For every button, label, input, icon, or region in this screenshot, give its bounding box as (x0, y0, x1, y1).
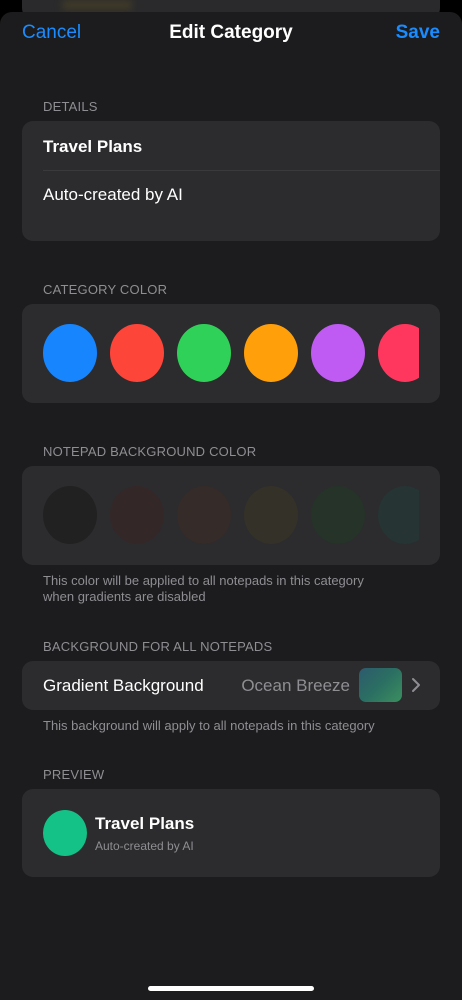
category-color-card (22, 304, 440, 403)
category-color-swatch[interactable] (110, 324, 164, 382)
notepad-bg-color-swatch[interactable] (177, 486, 231, 544)
notepad-bg-color-swatches (43, 486, 419, 544)
gradient-thumbnail (359, 668, 402, 702)
navigation-bar: Cancel Edit Category Save (0, 22, 462, 48)
notepad-bg-color-swatch[interactable] (110, 486, 164, 544)
gradient-background-value: Ocean Breeze (241, 676, 350, 695)
preview-description: Auto-created by AI (95, 839, 194, 853)
preview-avatar (43, 810, 87, 856)
gradient-background-row[interactable]: Gradient Background Ocean Breeze (22, 661, 440, 710)
footnote-line: This color will be applied to all notepa… (43, 573, 364, 588)
preview-card: Travel Plans Auto-created by AI (22, 789, 440, 877)
all-notepads-bg-footnote: This background will apply to all notepa… (43, 718, 375, 733)
category-color-swatch[interactable] (244, 324, 298, 382)
gradient-background-label: Gradient Background (43, 676, 204, 695)
notepad-bg-color-card (22, 466, 440, 565)
preview-section-label: PREVIEW (43, 767, 105, 782)
chevron-right-icon (412, 678, 420, 692)
category-color-section-label: CATEGORY COLOR (43, 282, 168, 297)
category-color-swatch[interactable] (311, 324, 365, 382)
category-description-field[interactable]: Auto-created by AI (43, 185, 183, 205)
footnote-line: when gradients are disabled (43, 589, 206, 604)
preview-name: Travel Plans (95, 814, 195, 833)
save-button[interactable]: Save (396, 22, 440, 44)
notepad-bg-footnote: This color will be applied to all notepa… (43, 573, 364, 605)
all-notepads-bg-section-label: BACKGROUND FOR ALL NOTEPADS (43, 639, 273, 654)
page-title: Edit Category (169, 22, 293, 43)
notepad-bg-section-label: NOTEPAD BACKGROUND COLOR (43, 444, 257, 459)
divider (43, 170, 440, 171)
notepad-bg-color-swatch[interactable] (244, 486, 298, 544)
category-color-swatch[interactable] (177, 324, 231, 382)
notepad-bg-color-swatch[interactable] (311, 486, 365, 544)
details-card: Travel Plans Auto-created by AI (22, 121, 440, 241)
category-color-swatches (43, 324, 419, 382)
home-indicator (148, 986, 314, 991)
category-color-swatch[interactable] (43, 324, 97, 382)
notepad-bg-color-swatch[interactable] (378, 486, 419, 544)
details-section-label: DETAILS (43, 99, 98, 114)
category-name-field[interactable]: Travel Plans (43, 137, 142, 157)
notepad-bg-color-swatch[interactable] (43, 486, 97, 544)
category-color-swatch[interactable] (378, 324, 419, 382)
